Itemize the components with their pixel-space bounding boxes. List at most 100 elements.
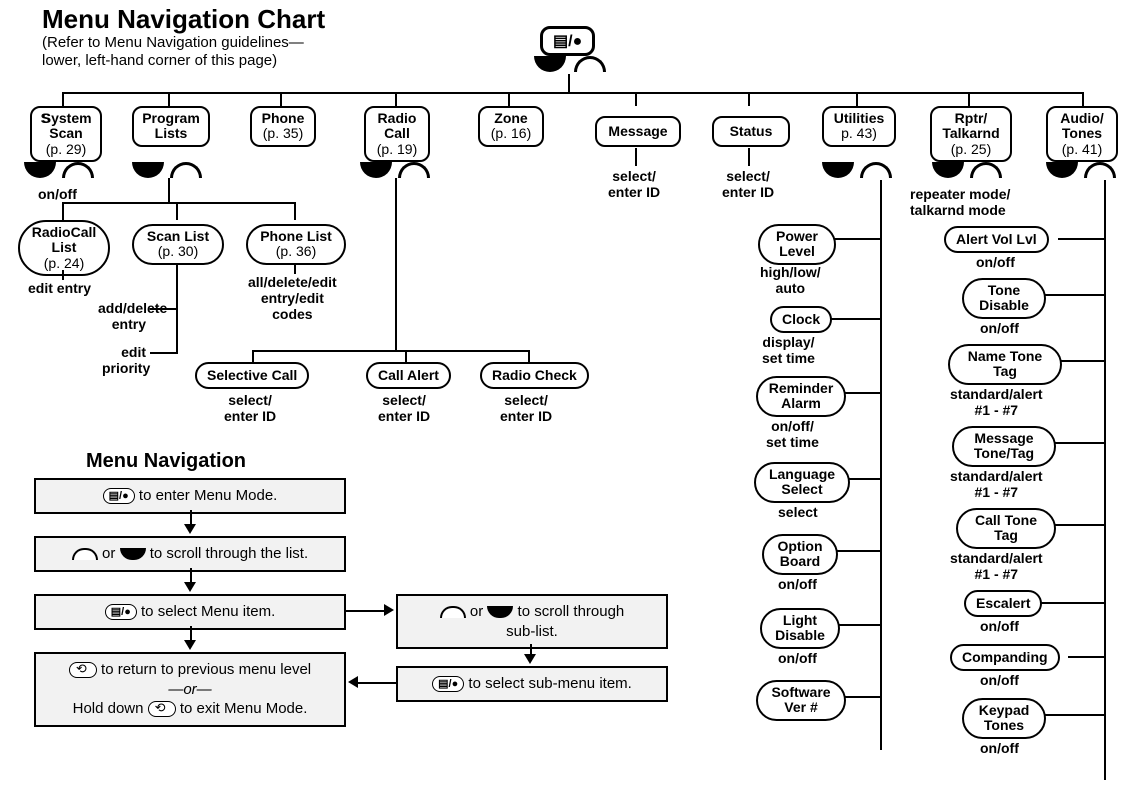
pill-clock: Clock <box>770 306 832 333</box>
nav-step-2: or to scroll through the list. <box>34 536 346 572</box>
down-arrow-icon <box>1046 162 1078 178</box>
connector <box>358 682 396 684</box>
connector <box>635 92 637 106</box>
label-alert-vol-action: on/off <box>976 254 1015 270</box>
label-companding-action: on/off <box>980 672 1019 688</box>
connector <box>62 202 64 220</box>
pill-software-ver: Software Ver # <box>756 680 846 721</box>
label-clock-action: display/ set time <box>762 334 815 366</box>
connector <box>395 92 397 106</box>
connector <box>294 264 296 274</box>
up-arrow-icon <box>398 162 430 178</box>
label-keypad-action: on/off <box>980 740 1019 756</box>
connector <box>395 178 397 350</box>
label-scanlist-action2: edit priority <box>102 344 146 376</box>
return-icon <box>148 701 176 717</box>
return-icon <box>69 662 97 678</box>
connector <box>635 148 637 166</box>
nav-step-1: ▤/● to enter Menu Mode. <box>34 478 346 514</box>
down-arrow-icon <box>487 606 513 618</box>
connector <box>176 264 178 354</box>
connector <box>846 478 880 480</box>
label-call-tone-action: standard/alert #1 - #7 <box>950 550 1043 582</box>
connector <box>856 92 858 106</box>
menu-button-icon: ▤/● <box>540 26 595 56</box>
label-escalert-action: on/off <box>980 618 1019 634</box>
menu-message: Message <box>595 116 681 147</box>
menu-status: Status <box>712 116 790 147</box>
connector <box>168 92 170 106</box>
connector <box>830 238 880 240</box>
label-system-scan-onoff: on/off <box>38 186 77 202</box>
up-arrow-icon <box>1084 162 1116 178</box>
label-option-action: on/off <box>778 576 817 592</box>
pill-phone-list: Phone List(p. 36) <box>246 224 346 265</box>
label-callalert-action: select/ enter ID <box>378 392 430 424</box>
connector <box>1054 442 1104 444</box>
label-reminder-action: on/off/ set time <box>766 418 819 450</box>
connector <box>1040 602 1104 604</box>
connector <box>346 610 386 612</box>
pill-selective-call: Selective Call <box>195 362 309 389</box>
menu-radio-call: RadioCall(p. 19) <box>364 106 430 162</box>
connector <box>1044 714 1104 716</box>
label-radiocheck-action: select/ enter ID <box>500 392 552 424</box>
arrow-down-icon <box>184 524 196 534</box>
label-message-action: select/ enter ID <box>608 168 660 200</box>
up-arrow-icon <box>62 162 94 178</box>
pill-keypad-tones: Keypad Tones <box>962 698 1046 739</box>
up-arrow-icon <box>440 606 466 618</box>
connector <box>842 696 880 698</box>
menu-audio-tones: Audio/Tones(p. 41) <box>1046 106 1118 162</box>
page-title: Menu Navigation Chart <box>42 4 325 35</box>
connector <box>1058 238 1104 240</box>
connector <box>748 92 750 106</box>
down-arrow-icon <box>822 162 854 178</box>
connector <box>1068 656 1104 658</box>
pill-reminder-alarm: Reminder Alarm <box>756 376 846 417</box>
label-language-action: select <box>778 504 818 520</box>
down-arrow-icon <box>534 56 566 72</box>
label-radiocall-action: edit entry <box>28 280 91 296</box>
pill-power-level: Power Level <box>758 224 836 265</box>
up-arrow-icon <box>72 548 98 560</box>
menu-program-lists: ProgramLists <box>132 106 210 147</box>
connector <box>1082 92 1084 106</box>
up-arrow-icon <box>574 56 606 72</box>
menu-rptr-talkarnd: Rptr/Talkarnd(p. 25) <box>930 106 1012 162</box>
down-arrow-icon <box>24 162 56 178</box>
connector <box>1104 180 1106 780</box>
connector <box>880 180 882 750</box>
label-rptr-mode: repeater mode/ talkarnd mode <box>910 186 1010 218</box>
pill-message-tone-tag: Message Tone/Tag <box>952 426 1056 467</box>
arrow-down-icon <box>184 582 196 592</box>
menu-phone: Phone(p. 35) <box>250 106 316 147</box>
pill-alert-vol: Alert Vol Lvl <box>944 226 1049 253</box>
pill-option-board: Option Board <box>762 534 838 575</box>
connector <box>252 350 530 352</box>
label-status-action: select/ enter ID <box>722 168 774 200</box>
up-arrow-icon <box>170 162 202 178</box>
connector <box>280 92 282 106</box>
connector <box>62 92 1082 94</box>
down-arrow-icon <box>360 162 392 178</box>
connector <box>62 92 64 106</box>
menu-button-icon: ▤/● <box>103 488 135 504</box>
down-arrow-icon <box>932 162 964 178</box>
label-message-tone-action: standard/alert #1 - #7 <box>950 468 1043 500</box>
pill-escalert: Escalert <box>964 590 1042 617</box>
label-power-level-action: high/low/ auto <box>760 264 821 296</box>
connector <box>830 318 880 320</box>
menu-zone: Zone(p. 16) <box>478 106 544 147</box>
nav-step-4: to return to previous menu level —or— Ho… <box>34 652 346 727</box>
connector <box>568 74 570 92</box>
connector <box>62 202 294 204</box>
pill-light-disable: Light Disable <box>760 608 840 649</box>
pill-radiocall-list: RadioCallList(p. 24) <box>18 220 110 276</box>
pill-language-select: Language Select <box>754 462 850 503</box>
connector <box>748 148 750 166</box>
pill-radio-check: Radio Check <box>480 362 589 389</box>
connector <box>842 392 880 394</box>
connector <box>1044 294 1104 296</box>
label-selcall-action: select/ enter ID <box>224 392 276 424</box>
